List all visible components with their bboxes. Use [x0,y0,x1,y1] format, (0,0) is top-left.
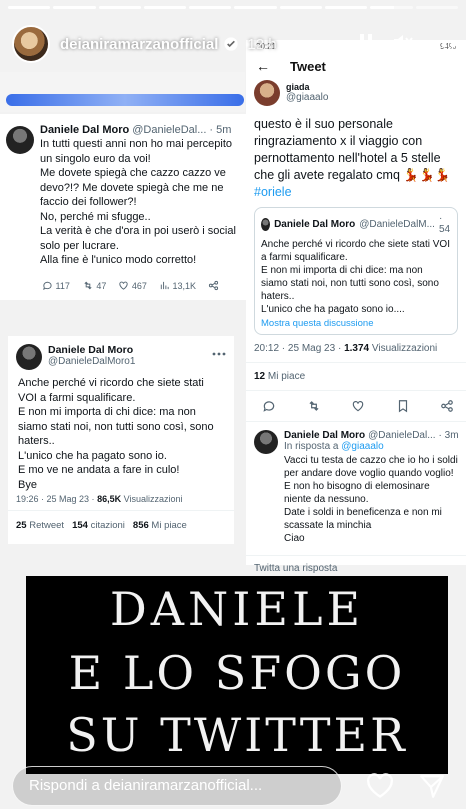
reply-input[interactable]: Rispondi a deianiramarzanofficial... [12,765,342,806]
share-icon[interactable] [440,399,454,413]
story-progress-segment [189,6,232,9]
tweet-card-middle: Daniele Dal Moro @DanieleDalMoro1 Anche … [8,336,234,544]
reply-context: In risposta a @giaaalo [284,441,384,452]
top-tweet-header: giada @giaaalo [246,78,466,108]
tweet-author-handle: @DanieleDal... [132,124,207,136]
likes-stat[interactable]: 856 Mi piace [133,520,187,531]
bookmark-icon[interactable] [396,399,410,413]
story-username[interactable]: deianiramarzanofficial [60,36,218,53]
story-title-banner: DANIELE E LO SFOGO SU TWITTER [26,576,448,774]
likes-row[interactable]: 12 Mi piace [246,362,466,390]
banner-line-2: E LO SFOGO [68,646,406,700]
reply-count[interactable]: 117 [42,280,70,291]
more-icon[interactable] [212,352,226,356]
tweet-views-label: Visualizzazioni [123,494,183,504]
tweet-datetime: 19:26 · 25 Mag 23 · [16,494,95,504]
more-options-icon[interactable] [432,35,456,53]
tweet-avatar [254,80,280,106]
story-progress-segment [370,6,413,9]
share-icon[interactable] [208,280,219,291]
show-thread-link[interactable]: Mostra questa discussione [261,318,451,329]
tweet-text: In tutti questi anni non ho mai percepit… [40,138,236,266]
tweet-avatar [261,217,271,231]
tweet-text: Anche perché vi ricordo che siete stati … [18,377,214,491]
story-time: 12 h [247,35,277,53]
reply-text: Vacci tu testa de cazzo che io ho i sold… [284,455,458,544]
banner-line-1: DANIELE [109,582,365,636]
tweet-time: · 5m [209,124,232,136]
tweet-author-handle: @giaaalo [286,92,329,103]
story-progress-segment [325,6,368,9]
heart-icon [119,281,129,290]
tweet-datetime: 20:12 · 25 Mag 23 · [254,343,342,354]
divider [8,510,234,511]
tweet-author-name: Daniele Dal Moro [48,344,134,356]
retweet-icon [84,281,92,290]
story-header: deianiramarzanofficial 12 h [12,22,456,66]
reply-tweet: Daniele Dal Moro @DanieleDal... · 3m In … [246,421,466,545]
screenshot-top-strip [0,72,245,112]
tweet-phone-screenshot: 20:21 94% ← Tweet giada @giaaalo questo … [246,40,466,602]
story-progress-segment [234,6,277,9]
tweet-author-handle: @DanieleDalMoro1 [48,356,136,367]
tweet-views-label: Visualizzazioni [371,343,438,354]
tweet-avatar [16,344,42,370]
story-progress-segment [279,6,323,9]
banner-line-3: SU TWITTER [66,708,408,762]
reply-icon[interactable] [262,399,276,413]
tweet-author-name: giada [286,82,310,92]
story-canvas: Daniele Dal Moro @DanieleDal... · 5m In … [0,0,466,809]
quoted-text: Anche perché vi ricordo che siete stati … [261,239,450,315]
story-progress-segment [415,6,458,9]
mute-icon[interactable] [392,32,414,57]
tweet-meta-line: 20:12 · 25 Mag 23 · 1.374 Visualizzazion… [246,335,466,354]
tweet-author-name: Daniele Dal Moro [40,124,130,136]
quoted-author-handle: @DanieleDalM... [359,218,435,230]
views-icon [160,281,169,290]
heart-icon[interactable] [366,772,394,799]
tweet-views: 1.374 [344,343,370,354]
quoted-author-name: Daniele Dal Moro [274,218,356,230]
tweet-action-bar [246,390,466,421]
reply-placeholder: Rispondi a deianiramarzanofficial... [29,777,263,794]
reply-time: · 3m [438,430,459,441]
reply-icon [43,281,52,291]
reply-to-link[interactable]: @giaaalo [341,441,383,452]
reply-author-name: Daniele Dal Moro [284,430,366,441]
tweet-meta-line: 19:26 · 25 Mag 23 · 86,5K Visualizzazion… [16,494,183,504]
hashtag-link[interactable]: #oriele [254,185,292,199]
tweet-avatar [254,430,278,454]
tweet-engagement: 25 Retweet 154 citazioni 856 Mi piace [16,520,187,531]
story-reply-bar: Rispondi a deianiramarzanofficial... [0,762,466,809]
tweet-avatar [6,126,34,154]
verified-badge-icon [224,37,239,51]
like-count[interactable]: 467 [118,280,147,291]
story-progress-segment [143,6,187,9]
quotes-stat[interactable]: 154 citazioni [72,520,125,531]
retweet-count[interactable]: 47 [82,280,106,291]
send-icon[interactable] [418,773,446,799]
quoted-time: · 54 [438,213,451,235]
story-progress [8,6,458,9]
profile-avatar[interactable] [12,25,50,63]
screenshot-decor-bar [6,94,244,106]
tweet-card-left: Daniele Dal Moro @DanieleDal... · 5m In … [0,114,250,300]
retweets-stat[interactable]: 25 Retweet [16,520,64,531]
pause-icon[interactable] [358,33,374,56]
story-progress-segment [98,6,141,9]
tweet-views: 86,5K [97,494,122,504]
quoted-tweet[interactable]: Daniele Dal Moro @DanieleDalM... · 54 An… [254,207,458,335]
story-progress-segment [8,6,51,9]
story-progress-segment [53,6,96,9]
top-tweet-text: questo è il suo personale ringraziamento… [254,117,451,199]
reply-author-handle: @DanieleDal... [368,430,436,441]
heart-icon[interactable] [351,399,365,413]
retweet-icon[interactable] [307,399,321,413]
view-count[interactable]: 13,1K [159,280,196,291]
tweet-stats: 117 47 467 13,1K [42,280,219,291]
